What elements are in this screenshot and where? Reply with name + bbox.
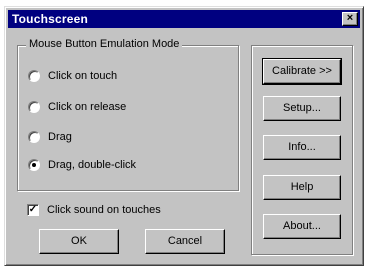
radio-label: Drag, double-click (48, 159, 137, 171)
cancel-button[interactable]: Cancel (145, 229, 225, 254)
close-button[interactable]: × (342, 12, 358, 26)
radio-icon[interactable] (28, 131, 40, 143)
title-bar[interactable]: Touchscreen × (8, 10, 360, 28)
radio-click-on-touch[interactable]: Click on touch (28, 68, 117, 84)
checkbox-checked-icon[interactable]: ✓ (27, 204, 39, 216)
emulation-mode-group: Mouse Button Emulation Mode Click on tou… (17, 38, 239, 191)
group-legend: Mouse Button Emulation Mode (26, 38, 183, 50)
radio-click-on-release[interactable]: Click on release (28, 99, 126, 115)
radio-drag[interactable]: Drag (28, 129, 72, 145)
radio-icon[interactable] (28, 70, 40, 82)
radio-icon[interactable] (28, 101, 40, 113)
radio-label: Click on release (48, 101, 127, 113)
radio-label: Drag (48, 131, 72, 143)
setup-button[interactable]: Setup... (263, 96, 341, 121)
radio-selected-icon[interactable] (28, 159, 40, 171)
close-icon: × (346, 12, 354, 24)
click-sound-checkbox-row[interactable]: ✓ Click sound on touches (27, 202, 161, 218)
radio-drag-double-click[interactable]: Drag, double-click (28, 157, 136, 173)
help-button[interactable]: Help (263, 175, 341, 200)
radio-label: Click on touch (48, 70, 118, 82)
window-title: Touchscreen (12, 12, 88, 26)
ok-button[interactable]: OK (39, 229, 119, 254)
click-sound-label: Click sound on touches (47, 204, 161, 216)
calibrate-button[interactable]: Calibrate >> (262, 58, 342, 85)
touchscreen-dialog: Touchscreen × Mouse Button Emulation Mod… (4, 6, 364, 266)
about-button[interactable]: About... (263, 214, 341, 239)
info-button[interactable]: Info... (263, 135, 341, 160)
